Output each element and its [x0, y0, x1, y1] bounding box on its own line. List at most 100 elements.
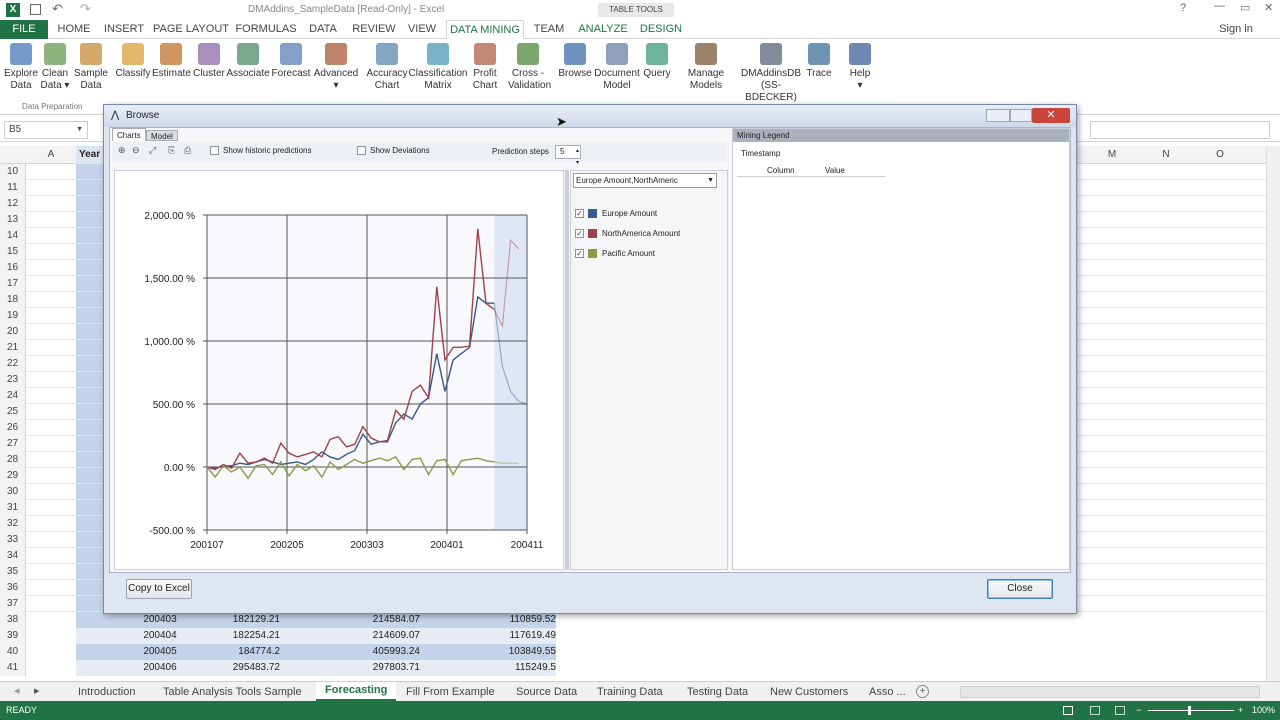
tab-analyze[interactable]: ANALYZE [572, 20, 634, 39]
row-header[interactable]: 39 [0, 628, 26, 644]
document-model-button[interactable]: Document Model [594, 43, 640, 92]
historic-checkbox[interactable] [210, 146, 219, 156]
row-header[interactable]: 40 [0, 644, 26, 660]
accuracy-chart-button[interactable]: Accuracy Chart [366, 43, 408, 92]
browse-button[interactable]: Browse [556, 43, 594, 80]
table-cell[interactable]: 405993.24 [330, 644, 420, 660]
sheet-tab-training-data[interactable]: Training Data [597, 684, 663, 700]
advanced-button[interactable]: Advanced ▾ [312, 43, 360, 92]
tab-formulas[interactable]: FORMULAS [234, 20, 298, 39]
zoom-slider[interactable] [1148, 710, 1234, 711]
row-header[interactable]: 24 [0, 388, 26, 404]
row-header[interactable]: 22 [0, 356, 26, 372]
zoom-level[interactable]: 100% [1252, 701, 1275, 720]
trace-button[interactable]: Trace [804, 43, 834, 80]
tab-charts[interactable]: Charts [112, 128, 146, 141]
page-layout-view-icon[interactable] [1090, 706, 1100, 715]
restore-icon[interactable]: ▭ [1240, 1, 1250, 14]
table-cell[interactable]: 182129.21 [190, 612, 280, 628]
add-sheet-icon[interactable]: + [916, 685, 929, 698]
row-header[interactable]: 30 [0, 484, 26, 500]
close-button[interactable]: Close [987, 579, 1053, 599]
connection-button[interactable]: DMAddinsDB (SS-BDECKER) [736, 43, 806, 104]
row-header[interactable]: 37 [0, 596, 26, 612]
classify-button[interactable]: Classify [114, 43, 152, 80]
stepper-icon[interactable]: ▴ ▾ [576, 145, 579, 169]
sheet-tab-testing-data[interactable]: Testing Data [687, 684, 748, 700]
row-header[interactable]: 18 [0, 292, 26, 308]
dialog-close-icon[interactable]: ✕ [1032, 108, 1070, 123]
series-legend-item[interactable]: ✓ Europe Amount [575, 209, 657, 219]
chart-splitter[interactable] [565, 170, 569, 570]
profit-chart-button[interactable]: Profit Chart [470, 43, 500, 92]
series-checkbox[interactable]: ✓ [575, 209, 584, 219]
table-cell[interactable]: 214584.07 [330, 612, 420, 628]
clean-data-button[interactable]: Clean Data ▾ [40, 43, 70, 92]
tab-file[interactable]: FILE [0, 20, 48, 39]
row-header[interactable]: 15 [0, 244, 26, 260]
explore-data-button[interactable]: Explore Data [2, 43, 40, 92]
show-deviations-toggle[interactable]: Show Deviations [357, 146, 430, 156]
sheet-tab-table-analysis[interactable]: Table Analysis Tools Sample [163, 684, 302, 700]
copy-to-excel-button[interactable]: Copy to Excel [126, 579, 192, 599]
row-header[interactable]: 26 [0, 420, 26, 436]
table-cell[interactable]: 103849.55 [460, 644, 556, 660]
prediction-steps-input[interactable]: 5 ▴ ▾ [555, 145, 581, 166]
normal-view-icon[interactable] [1063, 706, 1073, 715]
dialog-title-bar[interactable]: ⋀ Browse ✕ [104, 105, 1076, 127]
series-legend-item[interactable]: ✓ Pacific Amount [575, 249, 655, 259]
table-cell[interactable]: 297803.71 [330, 660, 420, 676]
table-cell[interactable]: 184774.2 [190, 644, 280, 660]
close-window-icon[interactable]: ✕ [1264, 1, 1273, 14]
row-header[interactable]: 10 [0, 164, 26, 180]
row-header[interactable]: 12 [0, 196, 26, 212]
row-header[interactable]: 29 [0, 468, 26, 484]
series-checkbox[interactable]: ✓ [575, 249, 584, 259]
sheet-tab-new-customers[interactable]: New Customers [770, 684, 848, 700]
sign-in-link[interactable]: Sign in [1216, 20, 1256, 39]
dialog-minimize-icon[interactable] [986, 109, 1010, 122]
row-header[interactable]: 19 [0, 308, 26, 324]
row-header[interactable]: 36 [0, 580, 26, 596]
row-header[interactable]: 28 [0, 452, 26, 468]
print-icon[interactable]: ⎙ [184, 145, 191, 156]
tab-page-layout[interactable]: PAGE LAYOUT [152, 20, 230, 39]
forecast-button[interactable]: Forecast [270, 43, 312, 80]
row-header[interactable]: 38 [0, 612, 26, 628]
save-icon[interactable] [30, 4, 41, 15]
row-header[interactable]: 23 [0, 372, 26, 388]
table-cell[interactable]: 182254.21 [190, 628, 280, 644]
table-cell[interactable]: 115249.5 [460, 660, 556, 676]
row-header[interactable]: 14 [0, 228, 26, 244]
cross-validation-button[interactable]: Cross - Validation [508, 43, 551, 92]
help-button[interactable]: Help ▾ [846, 43, 874, 92]
deviations-checkbox[interactable] [357, 146, 366, 156]
cluster-button[interactable]: Cluster [190, 43, 228, 80]
sheet-tab-introduction[interactable]: Introduction [78, 684, 135, 700]
column-header-o[interactable]: O [1194, 146, 1246, 164]
table-cell[interactable]: 117619.49 [460, 628, 556, 644]
fit-icon[interactable]: ⤢ [149, 145, 156, 156]
row-header[interactable]: 32 [0, 516, 26, 532]
tab-home[interactable]: HOME [52, 20, 96, 39]
row-header[interactable]: 27 [0, 436, 26, 452]
zoom-in-icon[interactable]: ⊕ [118, 145, 126, 156]
horizontal-scrollbar[interactable] [960, 686, 1260, 698]
undo-icon[interactable]: ↶ [52, 1, 63, 17]
row-header[interactable]: 41 [0, 660, 26, 676]
tab-scroll-left-icon[interactable]: ◂ [14, 684, 20, 697]
row-header[interactable]: 35 [0, 564, 26, 580]
associate-button[interactable]: Associate [226, 43, 270, 80]
page-break-view-icon[interactable] [1115, 706, 1125, 715]
sheet-tab-forecasting[interactable]: Forecasting [316, 682, 397, 701]
sheet-tab-asso[interactable]: Asso ... [869, 684, 906, 700]
tab-team[interactable]: TEAM [530, 20, 568, 39]
estimate-button[interactable]: Estimate [152, 43, 191, 80]
tab-design[interactable]: DESIGN [636, 20, 686, 39]
tab-review[interactable]: REVIEW [348, 20, 400, 39]
query-button[interactable]: Query [640, 43, 674, 80]
tab-data-mining[interactable]: DATA MINING [446, 20, 524, 39]
zoom-out-icon[interactable]: ⊖ [132, 145, 140, 156]
formula-input[interactable] [1090, 121, 1270, 139]
help-question-icon[interactable]: ? [1180, 2, 1186, 14]
